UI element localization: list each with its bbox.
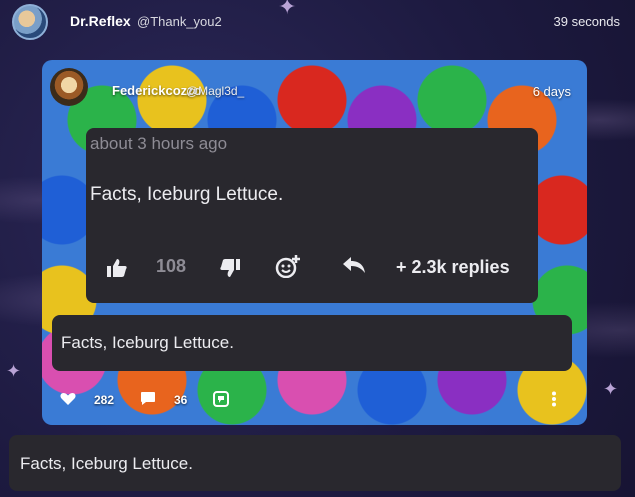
comment-timestamp: about 3 hours ago [90, 134, 228, 153]
author-handle[interactable]: @Thank_you2 [137, 14, 222, 29]
comment-card: about 3 hours ago Facts, Iceburg Lettuce… [86, 128, 538, 303]
dislike-icon[interactable] [213, 391, 229, 412]
add-reaction-icon[interactable] [275, 254, 301, 283]
comment-text: Facts, Iceburg Lettuce. [90, 184, 284, 205]
post-timestamp: 6 days [532, 84, 571, 99]
comment-icon[interactable] [140, 391, 156, 411]
likes-count: 108 [156, 256, 187, 276]
thumbs-down-icon[interactable] [219, 258, 241, 283]
heart-icon[interactable] [60, 392, 76, 411]
author-handle[interactable]: @Magl3d_ [186, 84, 244, 98]
reply-text: Facts, Iceburg Lettuce. [20, 454, 193, 473]
sparkle-icon: ✦ [6, 361, 22, 381]
comments-count: 36 [174, 393, 188, 407]
hearts-count: 282 [94, 393, 115, 407]
reply-card: Facts, Iceburg Lettuce. [9, 435, 621, 491]
reply-arrow-icon[interactable] [342, 256, 366, 279]
more-options-icon[interactable] [551, 391, 557, 412]
view-replies-button[interactable]: + 2.3k replies [396, 257, 510, 278]
avatar[interactable] [12, 4, 48, 40]
comment-actions: 108 + 2.3k replies [86, 252, 538, 282]
post-timestamp: 39 seconds [553, 14, 621, 29]
post-header: Dr.Reflex @Thank_you2 39 seconds [0, 0, 635, 44]
author-name[interactable]: Dr.Reflex [70, 13, 131, 29]
thumbs-up-icon[interactable] [106, 258, 128, 283]
shared-post-card[interactable]: Federickcozzo @Magl3d_ 6 days about 3 ho… [42, 60, 587, 425]
reply-text: Facts, Iceburg Lettuce. [61, 333, 234, 352]
reply-card: Facts, Iceburg Lettuce. [52, 315, 572, 371]
post-stats: 282 36 [42, 390, 587, 410]
sparkle-icon: ✦ [603, 379, 619, 399]
avatar[interactable] [50, 68, 88, 106]
